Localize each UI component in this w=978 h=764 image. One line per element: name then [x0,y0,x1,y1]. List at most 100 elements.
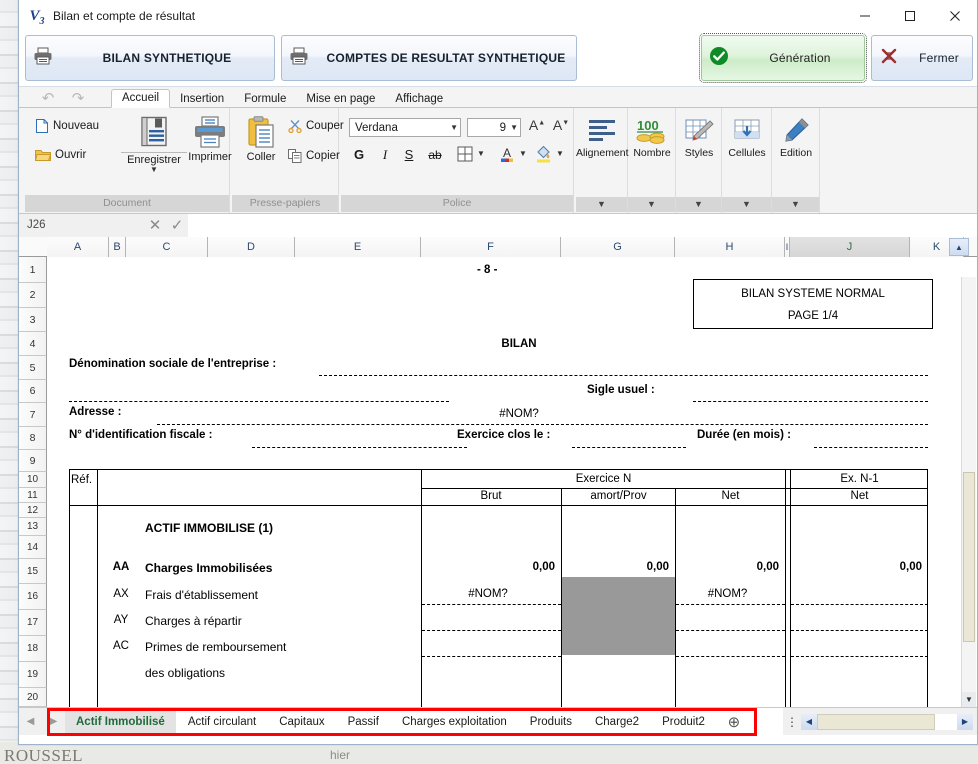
column-header-B[interactable]: B [109,237,126,257]
generation-button[interactable]: Génération [699,33,867,83]
bold-button[interactable]: G [351,147,367,162]
vertical-scrollbar[interactable]: ▼ [961,277,976,707]
cell-exercice-n[interactable]: Exercice N [421,473,786,485]
styles-button[interactable]: Styles [676,118,722,159]
enregistrer-button[interactable]: Enregistrer ▼ [121,116,187,174]
ribbon-tab-affichage[interactable]: Affichage [385,91,453,108]
row-header-8[interactable]: 8 [19,427,47,450]
cell-label-ac[interactable]: Primes de remboursement [145,640,286,654]
strikethrough-button[interactable]: ab [425,148,445,162]
row-header-7[interactable]: 7 [19,403,47,427]
cellules-expand-icon[interactable]: ▼ [722,197,771,212]
shrink-font-button[interactable]: A▼ [551,117,571,133]
cell-nom-error-top[interactable]: #NOM? [449,408,589,420]
nombre-button[interactable]: 100 Nombre [628,118,676,159]
row-header-16[interactable]: 16 [19,584,47,610]
row-header-3[interactable]: 3 [19,308,47,332]
cell-ex-n1[interactable]: Ex. N-1 [791,473,928,485]
minimize-button[interactable] [842,0,887,31]
ribbon-tab-accueil[interactable]: Accueil [111,89,171,108]
cell-amort-prov[interactable]: amort/Prov [562,490,675,502]
column-header-J[interactable]: J [790,237,910,257]
cell-duree[interactable]: Durée (en mois) : [697,429,791,441]
cell-label-ax[interactable]: Frais d'établissement [145,588,258,602]
fill-color-button[interactable] [535,145,552,166]
cell-code-ax[interactable]: AX [99,588,143,600]
borders-dropdown-icon[interactable]: ▼ [477,149,485,158]
nombre-expand-icon[interactable]: ▼ [628,197,675,212]
cell-bilan-systeme-normal[interactable]: BILAN SYSTEME NORMAL [693,288,933,300]
font-size-combobox[interactable]: 9 ▼ [467,118,521,137]
cell-net[interactable]: Net [676,490,785,502]
borders-button[interactable] [457,146,473,165]
cellules-button[interactable]: Cellules [722,118,772,159]
column-header-F[interactable]: F [421,237,561,257]
italic-button[interactable]: I [377,147,393,163]
sheet-tab-actif-immobilise[interactable]: Actif Immobilisé [65,709,177,734]
cell-label-aa[interactable]: Charges Immobilisées [145,561,272,575]
row-header-20[interactable]: 20 [19,688,47,707]
cell-label-ay[interactable]: Charges à répartir [145,614,242,628]
fill-color-dropdown-icon[interactable]: ▼ [556,149,564,158]
cell-label-ac-line2[interactable]: des obligations [145,666,225,680]
cell-exercice-clos[interactable]: Exercice clos le : [457,429,550,441]
cell-code-ay[interactable]: AY [99,614,143,626]
vertical-scrollbar-thumb[interactable] [963,472,975,642]
chevron-down-icon[interactable]: ▼ [450,123,458,132]
ribbon-tab-insertion[interactable]: Insertion [170,91,234,108]
row-header-10[interactable]: 10 [19,472,47,488]
row-header-15[interactable]: 15 [19,559,47,584]
close-button[interactable] [932,0,977,31]
chevron-down-icon[interactable]: ▼ [510,123,518,132]
cell-aa-net[interactable]: 0,00 [676,561,779,573]
hscroll-thumb[interactable] [817,713,935,730]
column-header-H[interactable]: H [675,237,785,257]
couper-button[interactable]: Couper [288,119,344,133]
prev-sheet-icon[interactable]: ◀ [27,716,35,727]
comptes-resultat-button[interactable]: COMPTES DE RESULTAT SYNTHETIQUE [281,35,577,81]
ribbon-tab-mise-en-page[interactable]: Mise en page [296,91,385,108]
row-header-4[interactable]: 4 [19,332,47,356]
row-header-13[interactable]: 13 [19,518,47,536]
redo-icon[interactable]: ↷ [67,89,89,107]
name-box[interactable]: J26 [19,213,144,237]
scroll-down-button[interactable]: ▼ [962,692,976,707]
coller-button[interactable]: Coller [238,116,284,163]
ouvrir-button[interactable]: Ouvrir [35,148,86,162]
cell-bilan-title[interactable]: BILAN [449,338,589,350]
cell-ax-brut[interactable]: #NOM? [421,588,555,600]
cell-brut[interactable]: Brut [421,490,561,502]
row-header-2[interactable]: 2 [19,283,47,308]
hscroll-right-button[interactable]: ▶ [957,713,973,730]
sheet-menu-icon[interactable]: ⋮ [783,715,801,729]
row-header-11[interactable]: 11 [19,488,47,503]
cell-nif[interactable]: N° d'identification fiscale : [69,429,212,441]
row-header-6[interactable]: 6 [19,380,47,403]
underline-button[interactable]: S [401,147,417,162]
sheet-tab-actif-circulant[interactable]: Actif circulant [176,709,269,734]
font-color-button[interactable]: A [499,145,515,166]
row-header-17[interactable]: 17 [19,610,47,636]
row-header-1[interactable]: 1 [19,257,47,283]
cell-aa-brut[interactable]: 0,00 [421,561,555,573]
row-header-14[interactable]: 14 [19,536,47,559]
copier-button[interactable]: Copier [288,149,340,163]
styles-expand-icon[interactable]: ▼ [676,197,721,212]
row-header-12[interactable]: 12 [19,503,47,518]
edition-button[interactable]: Edition [772,118,820,159]
bilan-synthetique-button[interactable]: BILAN SYNTHETIQUE [25,35,275,81]
column-header-E[interactable]: E [295,237,421,257]
cell-aa-net-n1[interactable]: 0,00 [791,561,922,573]
alignement-button[interactable]: Alignement [576,118,629,159]
column-header-A[interactable]: A [47,237,109,257]
cell-denomination[interactable]: Dénomination sociale de l'entreprise : [69,358,276,370]
column-header-D[interactable]: D [208,237,295,257]
scroll-up-button[interactable]: ▲ [949,238,969,256]
enregistrer-dropdown-icon[interactable]: ▼ [121,165,187,174]
hscroll-track[interactable] [817,713,957,730]
sheet-tab-produits[interactable]: Produits [518,709,584,734]
sheet-tab-capitaux[interactable]: Capitaux [268,709,337,734]
undo-icon[interactable]: ↶ [37,89,59,107]
cell-code-ac[interactable]: AC [99,640,143,652]
cell-ref[interactable]: Réf. [71,474,92,486]
